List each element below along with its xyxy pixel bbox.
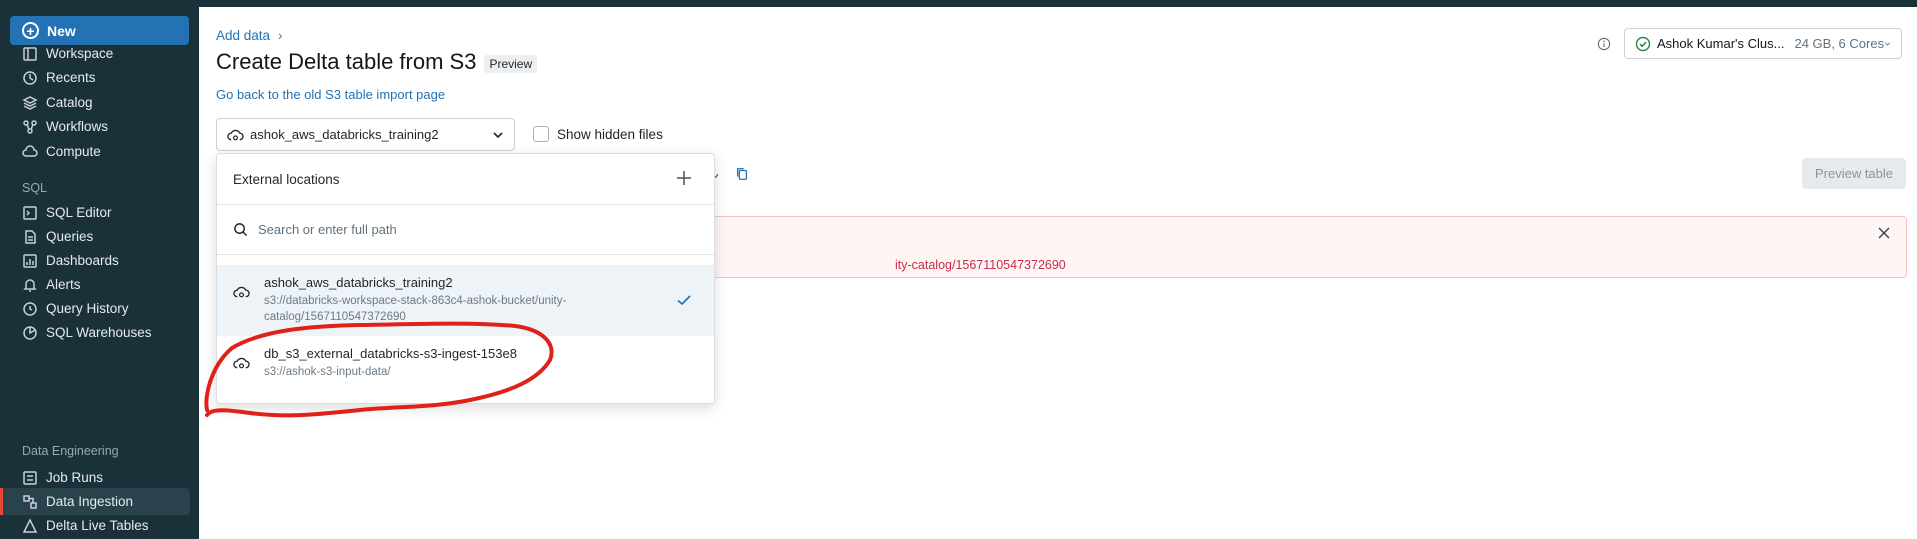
- checkmark-icon: [677, 295, 691, 306]
- warehouse-icon: [23, 325, 37, 340]
- queries-icon: [25, 229, 36, 244]
- sidebar-item-label: Alerts: [46, 277, 81, 292]
- plus-icon: +: [22, 22, 39, 39]
- location-option-path: s3://ashok-s3-input-data/: [264, 366, 391, 378]
- page-title-row: Create Delta table from S3 Preview: [216, 49, 538, 75]
- breadcrumb-separator: ›: [278, 28, 283, 43]
- sidebar-section-data-engineering: Data Engineering: [22, 444, 119, 458]
- chevron-down-icon: [1884, 42, 1891, 46]
- sidebar-item-recents[interactable]: Recents: [0, 64, 199, 91]
- sidebar-item-job-runs[interactable]: Job Runs: [0, 464, 199, 491]
- sidebar-item-alerts[interactable]: Alerts: [0, 271, 199, 298]
- sidebar-item-label: Delta Live Tables: [46, 518, 149, 533]
- plus-icon[interactable]: [676, 170, 692, 186]
- sidebar-item-label: Recents: [46, 70, 96, 85]
- preview-table-button[interactable]: Preview table: [1802, 158, 1906, 189]
- top-bar: [0, 0, 1917, 7]
- external-locations-dropdown: External locations Search or enter full …: [216, 153, 715, 404]
- sidebar-section-sql: SQL: [22, 181, 48, 195]
- clock-icon: [23, 70, 37, 85]
- workflows-icon: [23, 119, 37, 134]
- location-option-text: db_s3_external_databricks-s3-ingest-153e…: [264, 346, 594, 396]
- sidebar-item-label: Dashboards: [46, 253, 119, 268]
- active-indicator: [0, 488, 3, 515]
- external-location-select[interactable]: ashok_aws_databricks_training2: [216, 118, 515, 151]
- sidebar-item-sql-warehouses[interactable]: SQL Warehouses: [0, 319, 199, 346]
- sidebar-item-label: Data Ingestion: [46, 494, 134, 509]
- sidebar-item-label: Query History: [46, 301, 129, 316]
- location-option-text: ashok_aws_databricks_training2 s3://data…: [264, 275, 594, 336]
- sidebar-item-catalog[interactable]: Catalog: [0, 89, 199, 116]
- sidebar-item-compute[interactable]: Compute: [0, 138, 199, 165]
- location-option-name: db_s3_external_databricks-s3-ingest-153e…: [264, 346, 517, 361]
- sidebar: + New Workspace Recents Catalog Workflow…: [0, 7, 199, 539]
- sidebar-item-data-ingestion[interactable]: Data Ingestion: [0, 488, 190, 515]
- sidebar-item-dashboards[interactable]: Dashboards: [0, 247, 199, 274]
- editor-icon: [23, 205, 37, 220]
- sidebar-item-workflows[interactable]: Workflows: [0, 113, 199, 140]
- copy-icon[interactable]: [735, 167, 749, 181]
- cluster-spec: 24 GB, 6 Cores: [1794, 36, 1885, 51]
- close-icon[interactable]: [1876, 225, 1892, 241]
- sidebar-item-workspace[interactable]: Workspace: [0, 40, 199, 67]
- workspace-icon: [23, 46, 37, 61]
- dropdown-header: External locations: [217, 154, 714, 205]
- sidebar-item-label: Compute: [46, 144, 101, 159]
- catalog-icon: [22, 95, 38, 110]
- show-hidden-files-toggle[interactable]: Show hidden files: [533, 126, 663, 142]
- cloud-icon: [233, 357, 250, 369]
- external-location-value: ashok_aws_databricks_training2: [250, 127, 439, 142]
- sidebar-item-sql-editor[interactable]: SQL Editor: [0, 199, 199, 226]
- search-placeholder: Search or enter full path: [258, 222, 397, 237]
- breadcrumb: Add data ›: [216, 28, 283, 43]
- cloud-icon: [22, 144, 38, 157]
- location-search-input[interactable]: Search or enter full path: [217, 205, 714, 255]
- dropdown-header-label: External locations: [233, 171, 340, 187]
- sidebar-item-label: Workflows: [46, 119, 109, 134]
- sidebar-item-label: SQL Warehouses: [46, 325, 152, 340]
- location-option-path: s3://databricks-workspace-stack-863c4-as…: [264, 295, 567, 323]
- cluster-selector[interactable]: Ashok Kumar's Clus... 24 GB, 6 Cores: [1624, 28, 1902, 59]
- location-option-name: ashok_aws_databricks_training2: [264, 275, 453, 290]
- sidebar-item-label: Job Runs: [46, 470, 104, 485]
- pipeline-icon: [22, 517, 38, 533]
- sidebar-item-label: SQL Editor: [46, 205, 112, 220]
- info-icon[interactable]: [1597, 37, 1611, 51]
- sidebar-item-queries[interactable]: Queries: [0, 223, 199, 250]
- new-button-label: New: [47, 22, 76, 39]
- ingestion-icon: [23, 494, 37, 509]
- sidebar-item-delta-live-tables[interactable]: Delta Live Tables: [0, 512, 199, 539]
- search-icon: [234, 223, 248, 237]
- location-option[interactable]: db_s3_external_databricks-s3-ingest-153e…: [217, 336, 714, 396]
- dashboard-icon: [23, 253, 37, 268]
- back-to-old-import-link[interactable]: Go back to the old S3 table import page: [216, 87, 445, 102]
- cluster-name: Ashok Kumar's Clus...: [1657, 36, 1785, 51]
- job-runs-icon: [23, 470, 37, 485]
- breadcrumb-add-data[interactable]: Add data: [216, 28, 270, 43]
- cloud-icon: [227, 129, 244, 140]
- sidebar-item-label: Queries: [46, 229, 94, 244]
- show-hidden-files-label: Show hidden files: [557, 126, 663, 142]
- error-message-text: ity-catalog/1567110547372690: [895, 258, 1066, 272]
- bell-icon: [23, 278, 37, 292]
- sidebar-item-label: Workspace: [46, 46, 114, 61]
- sidebar-item-query-history[interactable]: Query History: [0, 295, 199, 322]
- sidebar-item-label: Catalog: [46, 95, 93, 110]
- preview-tag: Preview: [484, 55, 538, 73]
- cloud-icon: [233, 286, 250, 298]
- chevron-down-icon: [493, 131, 503, 138]
- check-circle-icon: [1635, 36, 1651, 51]
- location-option[interactable]: ashok_aws_databricks_training2 s3://data…: [217, 265, 714, 336]
- show-hidden-files-checkbox[interactable]: [533, 126, 549, 142]
- page-title: Create Delta table from S3: [216, 49, 477, 74]
- history-icon: [23, 301, 37, 316]
- main-content: Add data › Create Delta table from S3 Pre…: [199, 7, 1917, 539]
